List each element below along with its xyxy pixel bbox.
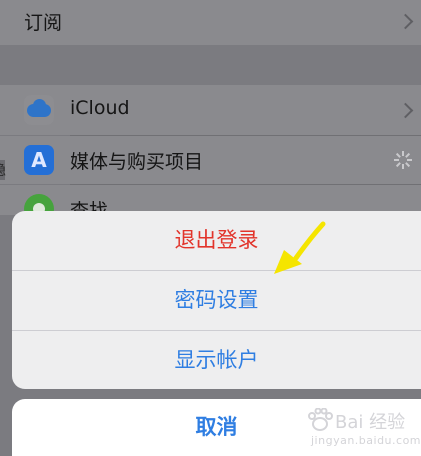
subscriptions-label: 订阅 (24, 12, 63, 34)
annotation-arrow-icon (274, 221, 326, 274)
chevron-right-icon (397, 13, 414, 30)
show-account-button[interactable]: 显示帐户 (12, 331, 421, 389)
left-edge-fragment: 隐 (0, 160, 6, 180)
settings-row-subscriptions[interactable]: 订阅 (0, 0, 421, 45)
spinner-icon (394, 151, 412, 169)
sign-out-button[interactable]: 退出登录 (12, 211, 421, 270)
paw-logo-icon (308, 408, 333, 431)
icloud-label: iCloud (70, 97, 130, 119)
media-purchases-label: 媒体与购买项目 (70, 151, 204, 173)
password-settings-button[interactable]: 密码设置 (12, 271, 421, 330)
baidu-watermark: Bai 经验 jingyan.baidu.com (303, 400, 421, 452)
settings-row-media-purchases[interactable]: A 媒体与购买项目 (0, 136, 421, 184)
app-store-icon: A (24, 145, 54, 175)
chevron-right-icon (397, 102, 414, 119)
watermark-url: jingyan.baidu.com (311, 434, 421, 447)
watermark-text: Bai 经验 (335, 412, 406, 433)
settings-row-icloud[interactable]: iCloud (0, 85, 421, 135)
action-sheet: 退出登录 密码设置 显示帐户 (12, 211, 421, 389)
icloud-icon (24, 95, 54, 125)
